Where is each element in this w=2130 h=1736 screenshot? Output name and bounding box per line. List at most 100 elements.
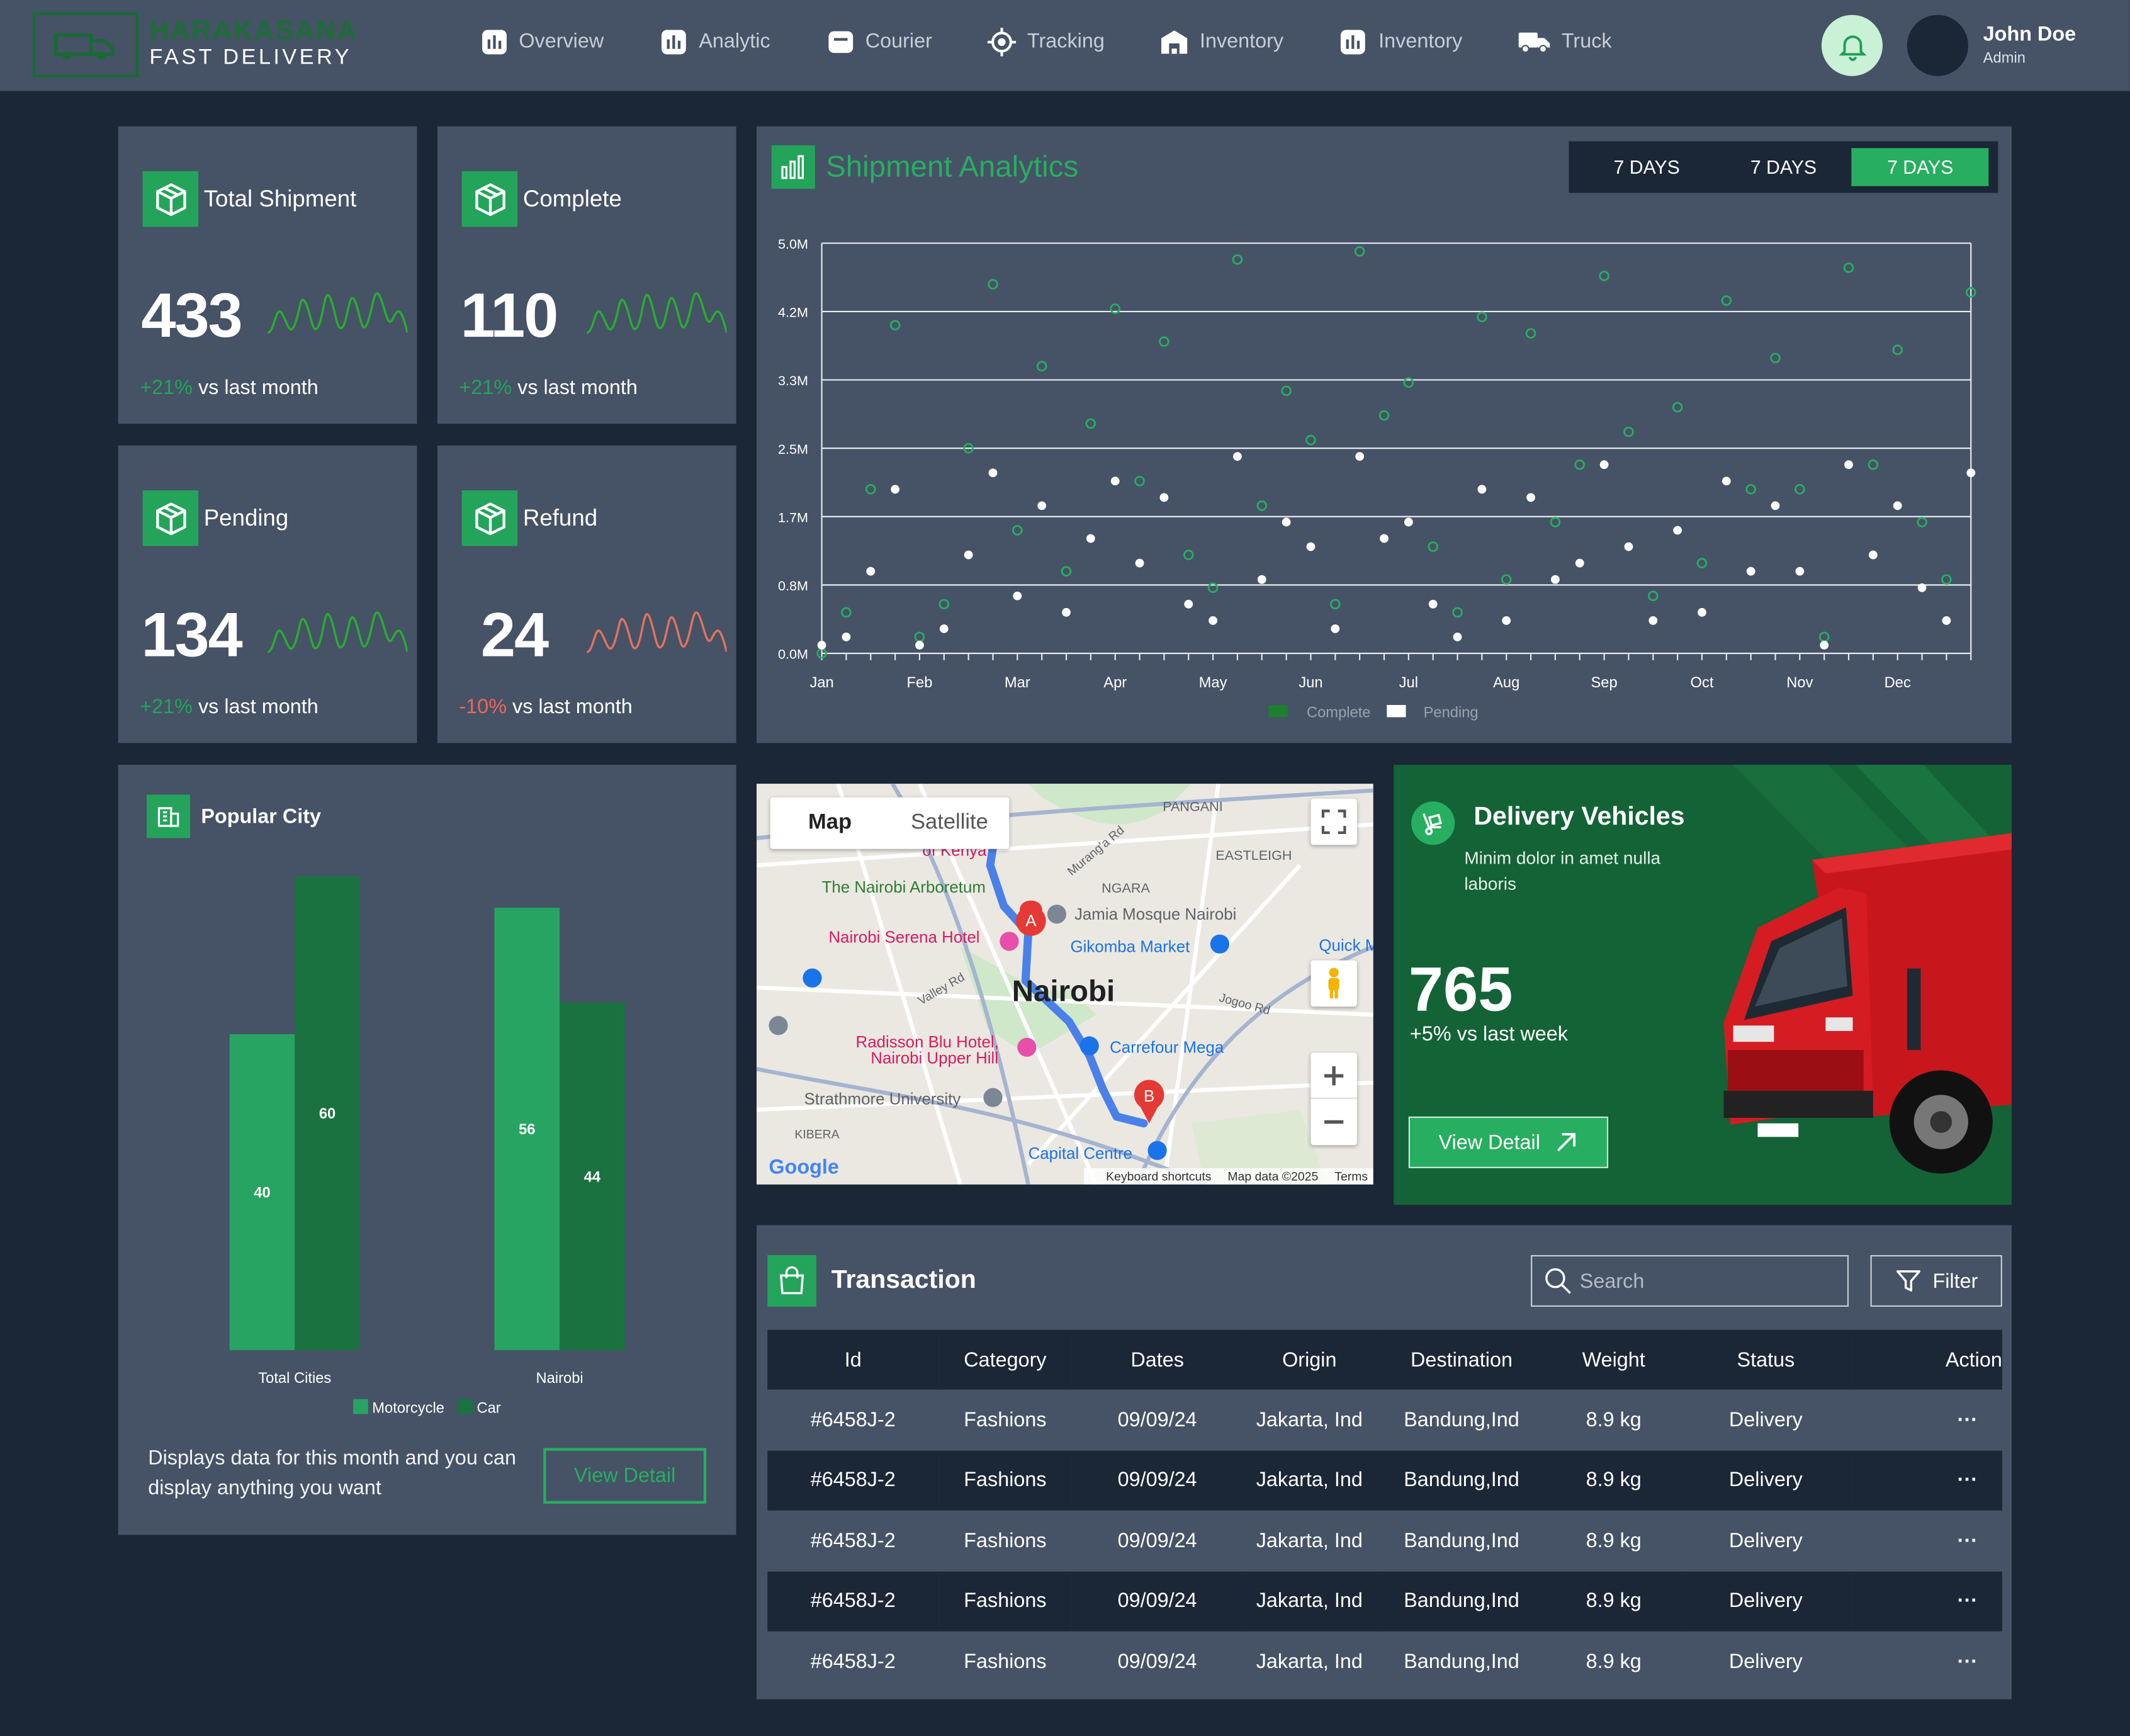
column-header[interactable]: Dates xyxy=(1071,1329,1243,1390)
nav-tracking[interactable]: Tracking xyxy=(988,27,1105,56)
popular-city-description: Displays data for this month and you can… xyxy=(148,1446,517,1500)
map-terms[interactable]: Terms xyxy=(1334,1170,1368,1183)
delivery-vehicles-view-detail-button[interactable]: View Detail xyxy=(1408,1116,1609,1168)
nav-inventory-2[interactable]: Inventory xyxy=(1339,27,1462,55)
stat-value: 24 xyxy=(480,599,549,670)
google-logo: Google xyxy=(769,1156,838,1178)
popular-city-view-detail-button[interactable]: View Detail xyxy=(543,1448,707,1504)
nav-label: Inventory xyxy=(1199,30,1284,54)
complete-point xyxy=(1281,385,1292,397)
plus-icon xyxy=(1324,1065,1344,1085)
pending-point xyxy=(915,641,924,650)
table-row[interactable]: #6458J-2 Fashions 09/09/24 Jakarta, Ind Band… xyxy=(767,1450,2002,1511)
filter-button[interactable]: Filter xyxy=(1870,1254,2002,1307)
pending-point xyxy=(1771,501,1780,510)
nav-overview[interactable]: Overview xyxy=(480,27,604,55)
crosshair-icon xyxy=(988,27,1017,56)
pending-point xyxy=(891,485,900,494)
table-row[interactable]: #6458J-2 Fashions 09/09/24 Jakarta, Ind Band… xyxy=(767,1632,2002,1692)
column-header[interactable]: Destination xyxy=(1376,1329,1547,1390)
stat-change-suffix: vs last month xyxy=(198,695,318,719)
row-actions-button[interactable]: ··· xyxy=(1851,1450,2002,1511)
row-actions-button[interactable]: ··· xyxy=(1851,1390,2002,1450)
transaction-panel: Transaction Filter Id Category Dates Ori… xyxy=(757,1225,2012,1699)
row-actions-button[interactable]: ··· xyxy=(1851,1570,2002,1632)
complete-point xyxy=(1770,352,1781,364)
notifications-button[interactable] xyxy=(1821,14,1883,76)
stat-title: Refund xyxy=(522,504,598,531)
logo-truck-icon xyxy=(32,12,139,78)
legend-label-motorcycle[interactable]: Motorcycle xyxy=(372,1400,444,1416)
pending-point xyxy=(1062,607,1071,617)
table-row[interactable]: #6458J-2 Fashions 09/09/24 Jakarta, Ind Band… xyxy=(767,1511,2002,1571)
complete-point xyxy=(1085,418,1096,429)
map-place: KIBERA xyxy=(794,1127,839,1141)
x-tick-label: Dec xyxy=(1885,675,1911,691)
search-input[interactable] xyxy=(1577,1268,1835,1294)
legend-label-complete[interactable]: Complete xyxy=(1307,704,1371,721)
pending-point xyxy=(1746,566,1755,576)
column-header[interactable]: Action xyxy=(1851,1329,2002,1390)
column-header[interactable]: Status xyxy=(1680,1329,1852,1390)
route-map[interactable]: A B Nairobi The Nairobi Arboretum Nairob… xyxy=(757,784,1373,1185)
sparkline xyxy=(587,292,727,334)
street-view-button[interactable] xyxy=(1310,960,1357,1007)
complete-point xyxy=(1672,402,1683,413)
map-tab-map[interactable]: Map xyxy=(770,798,890,849)
bar-chart-icon xyxy=(660,27,688,55)
column-header[interactable]: Origin xyxy=(1242,1329,1377,1390)
legend-label-pending[interactable]: Pending xyxy=(1424,704,1479,721)
nav-inventory[interactable]: Inventory xyxy=(1160,27,1283,55)
complete-point xyxy=(1159,336,1169,347)
zoom-in-button[interactable] xyxy=(1310,1052,1357,1099)
zoom-out-button[interactable] xyxy=(1310,1099,1356,1145)
complete-point xyxy=(1941,574,1952,585)
table-cell: #6458J-2 xyxy=(767,1570,939,1632)
user-info[interactable]: John Doe Admin xyxy=(1983,23,2076,67)
map-keyboard-shortcuts[interactable]: Keyboard shortcuts xyxy=(1106,1170,1211,1183)
row-actions-button[interactable]: ··· xyxy=(1851,1632,2002,1692)
column-header[interactable]: Id xyxy=(767,1329,939,1390)
column-header[interactable]: Category xyxy=(938,1329,1072,1390)
legend-label-car[interactable]: Car xyxy=(476,1400,500,1416)
x-tick-label: May xyxy=(1199,675,1227,691)
table-row[interactable]: #6458J-2 Fashions 09/09/24 Jakarta, Ind Band… xyxy=(767,1390,2002,1450)
brand-logo[interactable]: HARAKASANA FAST DELIVERY xyxy=(32,12,358,78)
stat-change-value: +21% xyxy=(140,376,193,400)
map-city-label: Nairobi xyxy=(1012,974,1115,1008)
complete-point xyxy=(1232,254,1243,265)
complete-point xyxy=(1843,262,1854,273)
shipment-scatter-chart: 0.0M 0.8M 1.7M 2.5M 3.3M 4.2M 5.0M Jan Feb Mar Apr… xyxy=(778,236,1976,721)
table-cell: Delivery xyxy=(1680,1450,1852,1511)
pending-point xyxy=(1428,599,1438,609)
pending-point xyxy=(1551,575,1560,584)
complete-point xyxy=(1452,607,1463,618)
complete-point xyxy=(988,279,998,290)
x-tick-label: Oct xyxy=(1691,675,1714,691)
stat-change-suffix: vs last month xyxy=(512,695,633,719)
avatar[interactable] xyxy=(1907,14,1968,76)
table-cell: 8.9 kg xyxy=(1586,1650,1642,1674)
shipment-analytics-panel: Shipment Analytics 7 DAYS 7 DAYS 7 DAYS … xyxy=(757,126,2012,743)
column-header[interactable]: Weight xyxy=(1547,1329,1681,1390)
map-place: Nairobi Upper Hill xyxy=(871,1050,998,1068)
app-root: HARAKASANA FAST DELIVERY Overview Analyt… xyxy=(0,0,2130,1736)
pending-point xyxy=(1209,616,1217,625)
pending-point xyxy=(1599,460,1609,470)
nav-analytic[interactable]: Analytic xyxy=(660,27,770,55)
map-place: Quick M xyxy=(1319,937,1373,955)
table-row[interactable]: #6458J-2 Fashions 09/09/24 Jakarta, Ind Band… xyxy=(767,1570,2002,1632)
map-tab-satellite[interactable]: Satellite xyxy=(889,798,1009,849)
row-actions-button[interactable]: ··· xyxy=(1851,1511,2002,1571)
nav-truck[interactable]: Truck xyxy=(1518,27,1612,55)
table-cell: 09/09/24 xyxy=(1071,1570,1243,1632)
fullscreen-button[interactable] xyxy=(1310,798,1357,845)
pending-point xyxy=(1355,452,1365,461)
table-cell: 09/09/24 xyxy=(1117,1650,1197,1674)
table-cell: Jakarta, Ind xyxy=(1242,1450,1377,1511)
complete-point xyxy=(1036,361,1047,372)
table-cell: Bandung,Ind xyxy=(1376,1450,1547,1511)
pending-point xyxy=(1893,501,1902,510)
nav-courier[interactable]: Courier xyxy=(826,27,932,55)
stat-change-suffix: vs last month xyxy=(198,376,318,400)
